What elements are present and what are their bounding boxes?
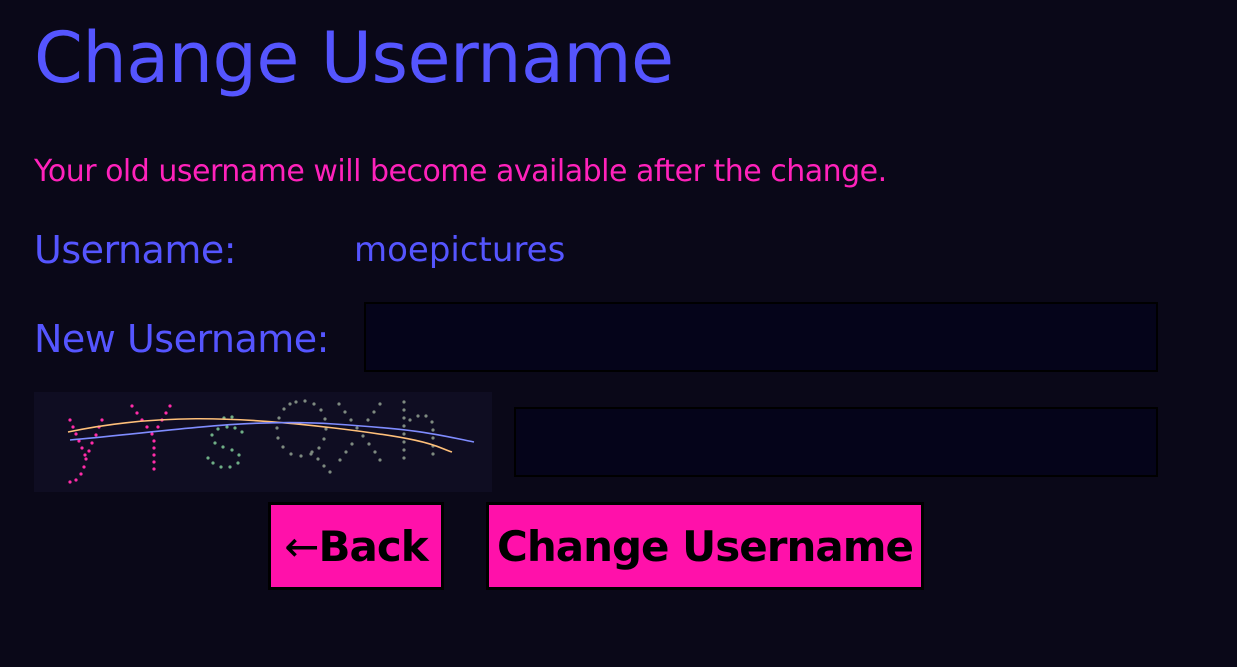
username-label: Username: xyxy=(34,228,237,272)
captcha-graphic xyxy=(67,399,475,484)
current-username-value: moepictures xyxy=(354,230,566,270)
new-username-input[interactable] xyxy=(364,302,1158,372)
captcha-glyph-Y xyxy=(130,404,172,471)
username-change-notice: Your old username will become available … xyxy=(34,154,887,189)
captcha-input[interactable] xyxy=(514,407,1158,477)
back-button-label: Back xyxy=(318,521,429,571)
back-arrow-icon: ← xyxy=(284,521,319,571)
page-title: Change Username xyxy=(34,17,674,99)
captcha-image xyxy=(34,392,492,492)
back-button[interactable]: ←Back xyxy=(268,502,444,590)
change-username-page: Change Username Your old username will b… xyxy=(0,0,1237,667)
new-username-label: New Username: xyxy=(34,317,329,361)
change-username-button[interactable]: Change Username xyxy=(486,502,924,590)
captcha-glyph-Q xyxy=(275,399,332,474)
